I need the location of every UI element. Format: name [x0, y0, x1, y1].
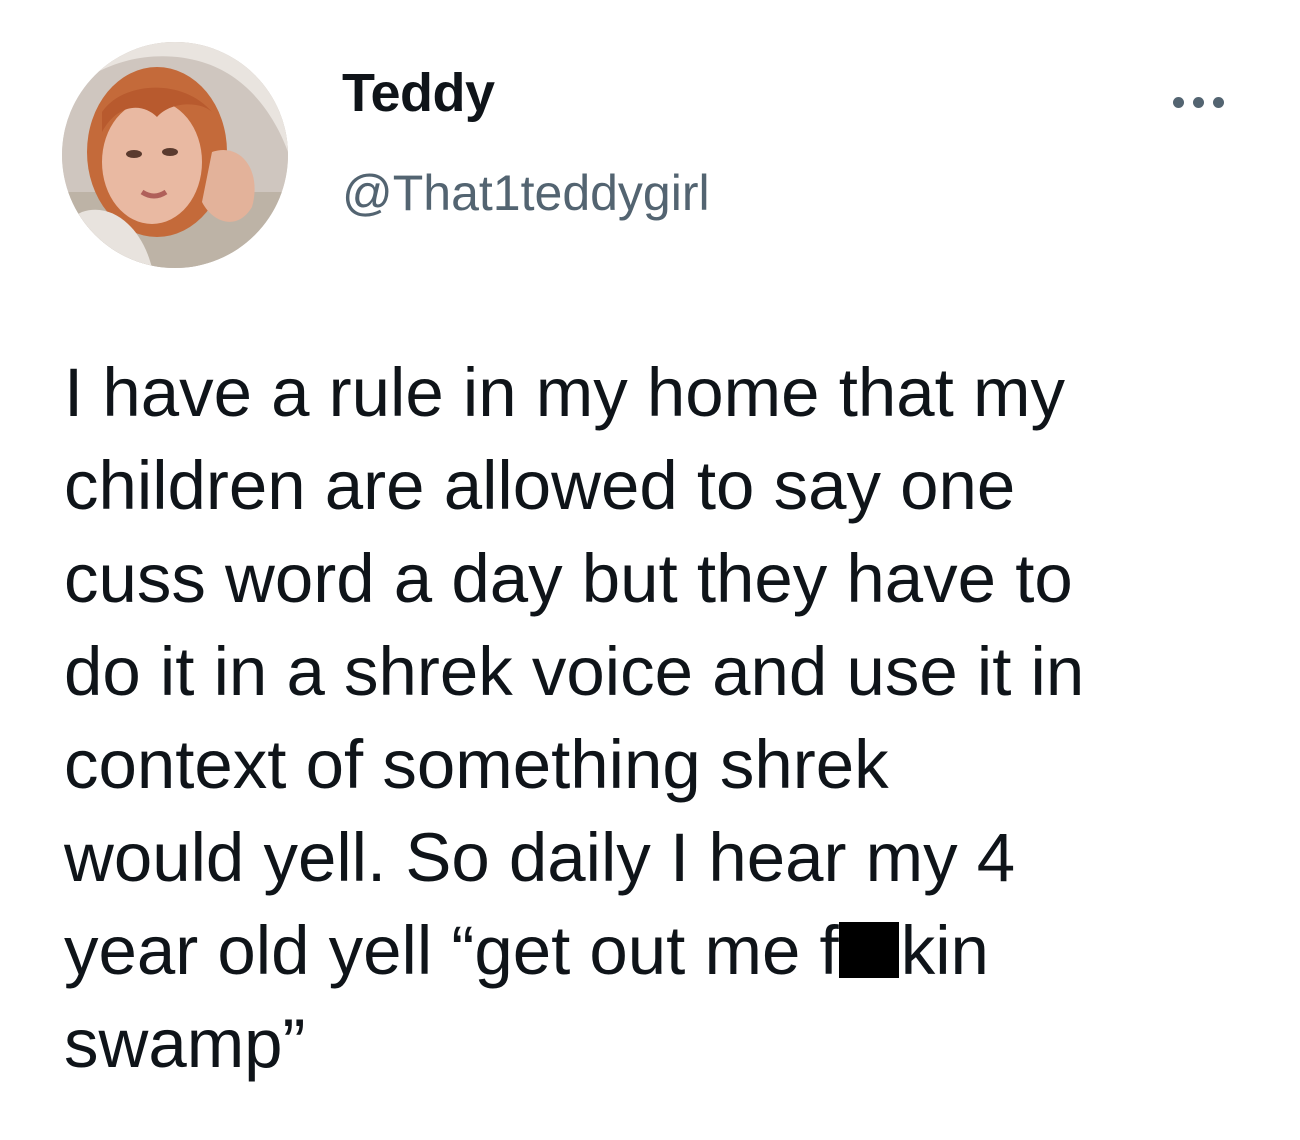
tweet-text-line: children are allowed to say one — [64, 447, 1016, 524]
author-display-name[interactable]: Teddy — [342, 66, 495, 120]
tweet-text-segment: kin — [900, 912, 989, 989]
avatar-image — [62, 42, 288, 268]
tweet-text-line: year old yell “get out me f kin — [64, 904, 1264, 997]
tweet-text-line: I have a rule in my home that my — [64, 354, 1065, 431]
tweet-text-segment: year old yell “get out me f — [64, 912, 839, 989]
tweet-text-line: context of something shrek — [64, 726, 889, 803]
more-options-button[interactable] — [1150, 82, 1246, 122]
censor-block — [838, 922, 899, 978]
avatar[interactable] — [62, 42, 288, 268]
tweet-text-line: would yell. So daily I hear my 4 — [64, 819, 1016, 896]
tweet-card: Teddy @That1teddygirl I have a rule in m… — [0, 0, 1300, 1140]
tweet-text-line: do it in a shrek voice and use it in — [64, 633, 1085, 710]
more-horizontal-icon — [1172, 96, 1224, 108]
tweet-text-line: swamp” — [64, 1005, 306, 1082]
tweet-text: I have a rule in my home that my childre… — [64, 346, 1264, 1090]
author-handle[interactable]: @That1teddygirl — [342, 168, 710, 218]
tweet-text-line: cuss word a day but they have to — [64, 540, 1073, 617]
